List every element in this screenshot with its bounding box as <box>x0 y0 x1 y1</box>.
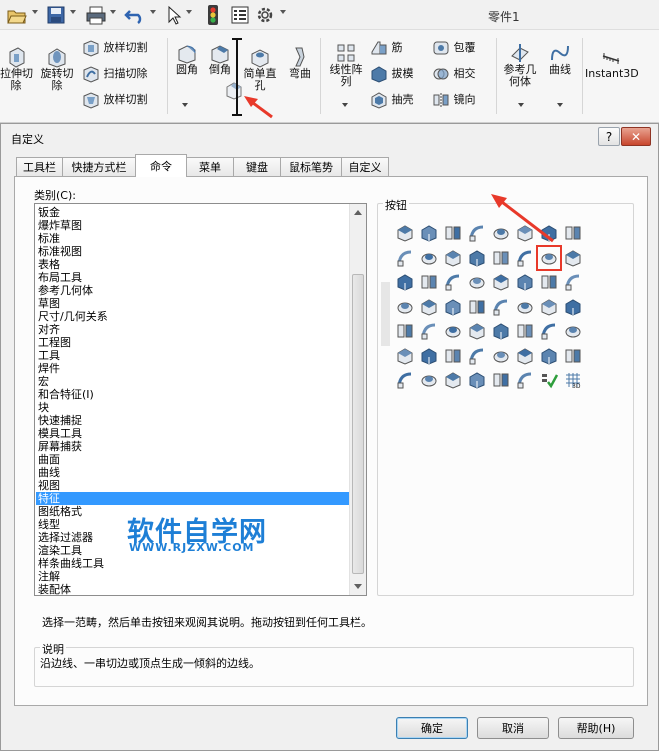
annotation-arrows <box>244 96 554 243</box>
arrow-to-ribbon-icon <box>244 96 273 119</box>
arrow-to-palette-icon <box>491 194 554 243</box>
